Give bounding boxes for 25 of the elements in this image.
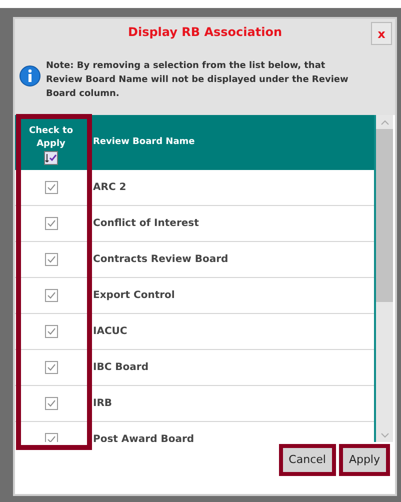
close-button[interactable]: x <box>371 22 392 45</box>
checkbox[interactable] <box>44 325 58 338</box>
note-text: Note: By removing a selection from the list below, that Review Board Name will not be displayed under the Review Board column. <box>46 60 350 101</box>
table-cell-text: ARC 2 <box>93 181 126 195</box>
table-cell-text: IACUC <box>93 325 128 339</box>
table-cell-text: Contracts Review Board <box>93 253 228 267</box>
table-cell-text: Conflict of Interest <box>93 217 199 231</box>
scroll-thumb[interactable] <box>376 129 393 302</box>
table-cell-text: IRB <box>93 397 112 411</box>
dialog-title: Display RB Association <box>128 24 282 41</box>
checkbox[interactable] <box>44 361 58 374</box>
column-header: Check to Apply <box>28 124 74 150</box>
checkbox[interactable] <box>44 181 58 194</box>
select-all-icon[interactable] <box>44 150 58 164</box>
dialog-button[interactable]: Apply <box>338 444 390 476</box>
table-cell-text: Export Control <box>93 289 175 303</box>
checkbox[interactable] <box>44 217 58 230</box>
checkbox[interactable] <box>44 253 58 266</box>
dialog-button[interactable]: Cancel <box>278 444 336 476</box>
table-cell-text: Post Award Board <box>93 433 194 442</box>
checkbox[interactable] <box>44 289 58 302</box>
checkbox[interactable] <box>44 397 58 410</box>
column-header: Review Board Name <box>93 136 195 149</box>
info-icon <box>19 65 41 87</box>
table-cell-text: IBC Board <box>93 361 148 375</box>
